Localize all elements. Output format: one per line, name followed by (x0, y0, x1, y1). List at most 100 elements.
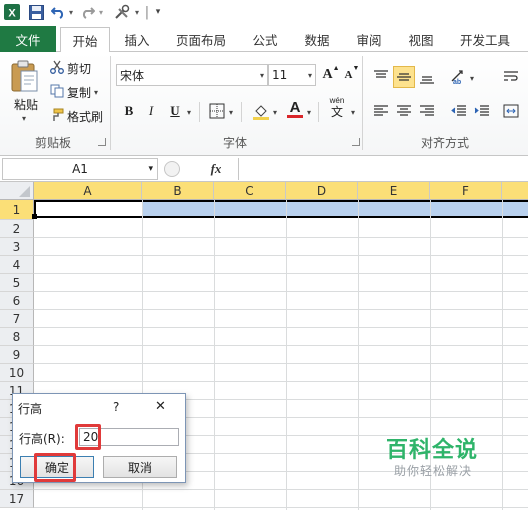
column-header-c[interactable]: C (214, 182, 286, 200)
dialog-title: 行高 (18, 402, 43, 416)
tab-view[interactable]: 视图 (398, 27, 444, 52)
dialog-close-button[interactable]: ✕ (155, 399, 166, 414)
selected-row-border[interactable] (34, 200, 528, 218)
copy-button[interactable]: 复制 ▾ (50, 84, 98, 101)
paste-button[interactable]: 粘贴 (8, 96, 44, 113)
tab-review[interactable]: 审阅 (346, 27, 392, 52)
font-size-dropdown-icon[interactable]: ▾ (308, 71, 312, 80)
row-header-1[interactable]: 1 (0, 200, 34, 220)
tab-developer[interactable]: 开发工具 (450, 27, 520, 52)
row-header-7[interactable]: 7 (0, 310, 34, 328)
svg-text:ab: ab (453, 79, 461, 85)
fill-color-icon[interactable] (250, 100, 272, 122)
row-header-17[interactable]: 17 (0, 490, 34, 508)
font-launcher-icon[interactable] (352, 138, 360, 146)
row-header-9[interactable]: 9 (0, 346, 34, 364)
shrink-font-arrow-icon: ▼ (352, 64, 360, 72)
row-header-10[interactable]: 10 (0, 364, 34, 382)
select-all-corner[interactable] (0, 182, 34, 200)
row-header-2[interactable]: 2 (0, 220, 34, 238)
tab-home[interactable]: 开始 (60, 27, 110, 53)
underline-dropdown-icon[interactable]: ▾ (187, 108, 191, 117)
copy-dropdown-icon[interactable]: ▾ (94, 88, 98, 97)
wrap-text-icon[interactable] (500, 66, 522, 88)
increase-indent-icon[interactable] (471, 100, 493, 122)
paste-dropdown-icon[interactable]: ▾ (22, 114, 26, 123)
column-header-g-partial[interactable] (502, 182, 528, 200)
column-header-a[interactable]: A (34, 182, 142, 200)
cancel-button[interactable]: 取消 (103, 456, 177, 478)
row-header-5[interactable]: 5 (0, 274, 34, 292)
shrink-font-label: A (344, 69, 353, 81)
tab-data[interactable]: 数据 (294, 27, 340, 52)
grid-line (34, 273, 528, 274)
undo-dropdown-icon[interactable]: ▾ (67, 2, 75, 22)
row-header-8[interactable]: 8 (0, 328, 34, 346)
grid-line (34, 489, 528, 490)
cut-button[interactable]: 剪切 (50, 60, 91, 77)
row-header-3[interactable]: 3 (0, 238, 34, 256)
merge-center-icon[interactable] (500, 100, 522, 122)
font-size-select[interactable]: 11 ▾ (268, 64, 316, 86)
fill-handle[interactable] (32, 214, 37, 219)
undo-icon[interactable] (50, 2, 66, 22)
cut-label: 剪切 (67, 62, 92, 76)
font-name-dropdown-icon[interactable]: ▾ (260, 71, 264, 80)
formula-bar: A1 ▾ fx (0, 156, 528, 182)
format-painter-icon (50, 108, 64, 125)
excel-logo-icon[interactable]: X (2, 2, 22, 22)
name-box[interactable]: A1 ▾ (2, 158, 158, 180)
format-painter-button[interactable]: 格式刷 (50, 108, 103, 125)
name-box-dropdown-icon[interactable]: ▾ (148, 164, 153, 174)
tab-page-layout[interactable]: 页面布局 (166, 27, 236, 52)
save-icon[interactable] (26, 2, 46, 22)
copy-label: 复制 (67, 86, 92, 100)
align-right-icon[interactable] (416, 100, 438, 122)
grow-font-button[interactable]: A ▲ (320, 64, 342, 86)
borders-dropdown-icon[interactable]: ▾ (229, 108, 233, 117)
grid-line (286, 200, 287, 510)
formula-bar-resize-icon[interactable] (164, 161, 180, 177)
tab-file[interactable]: 文件 (0, 26, 56, 52)
paste-icon[interactable] (6, 56, 42, 96)
align-left-icon[interactable] (370, 100, 392, 122)
align-center-icon[interactable] (393, 100, 415, 122)
column-header-f[interactable]: F (430, 182, 502, 200)
quick-access-toolbar: X ▾ ▾ ▾ | ▾ (0, 0, 528, 24)
formula-input[interactable] (238, 158, 528, 180)
bold-button[interactable]: B (118, 100, 140, 122)
align-bottom-icon[interactable] (416, 66, 438, 88)
decrease-indent-icon[interactable] (448, 100, 470, 122)
ribbon-home: 粘贴 ▾ 剪切 复制 ▾ 格式刷 剪贴板 宋体 ▾ 11 ▾ A ▲ A ▼ B I… (0, 52, 528, 156)
phonetic-button[interactable]: wén 文 (326, 96, 348, 119)
redo-dropdown-icon[interactable]: ▾ (97, 2, 105, 22)
tab-formulas[interactable]: 公式 (242, 27, 288, 52)
redo-icon[interactable] (80, 2, 96, 22)
orientation-dropdown-icon[interactable]: ▾ (470, 74, 474, 83)
custom-tools-icon[interactable] (112, 2, 132, 22)
align-middle-icon[interactable] (393, 66, 415, 88)
fill-color-dropdown-icon[interactable]: ▾ (273, 108, 277, 117)
phonetic-dropdown-icon[interactable]: ▾ (351, 108, 355, 117)
dialog-help-button[interactable]: ? (113, 400, 119, 414)
font-color-dropdown-icon[interactable]: ▾ (307, 108, 311, 117)
clipboard-launcher-icon[interactable] (98, 138, 106, 146)
row-header-6[interactable]: 6 (0, 292, 34, 310)
tab-insert[interactable]: 插入 (114, 27, 160, 52)
column-header-e[interactable]: E (358, 182, 430, 200)
font-group-label: 字体 (222, 136, 247, 150)
font-color-button[interactable]: A (284, 98, 306, 120)
underline-button[interactable]: U (164, 100, 186, 122)
customize-qat-icon[interactable]: ▾ (152, 2, 164, 22)
column-header-b[interactable]: B (142, 182, 214, 200)
column-header-d[interactable]: D (286, 182, 358, 200)
row-header-4[interactable]: 4 (0, 256, 34, 274)
clipboard-group-label: 剪贴板 (34, 136, 71, 150)
italic-button[interactable]: I (140, 100, 162, 122)
orientation-icon[interactable]: ab (448, 66, 470, 88)
insert-function-button[interactable]: fx (196, 159, 236, 179)
align-top-icon[interactable] (370, 66, 392, 88)
font-name-select[interactable]: 宋体 ▾ (116, 64, 268, 86)
shrink-font-button[interactable]: A ▼ (341, 64, 363, 86)
borders-icon[interactable] (206, 100, 228, 122)
